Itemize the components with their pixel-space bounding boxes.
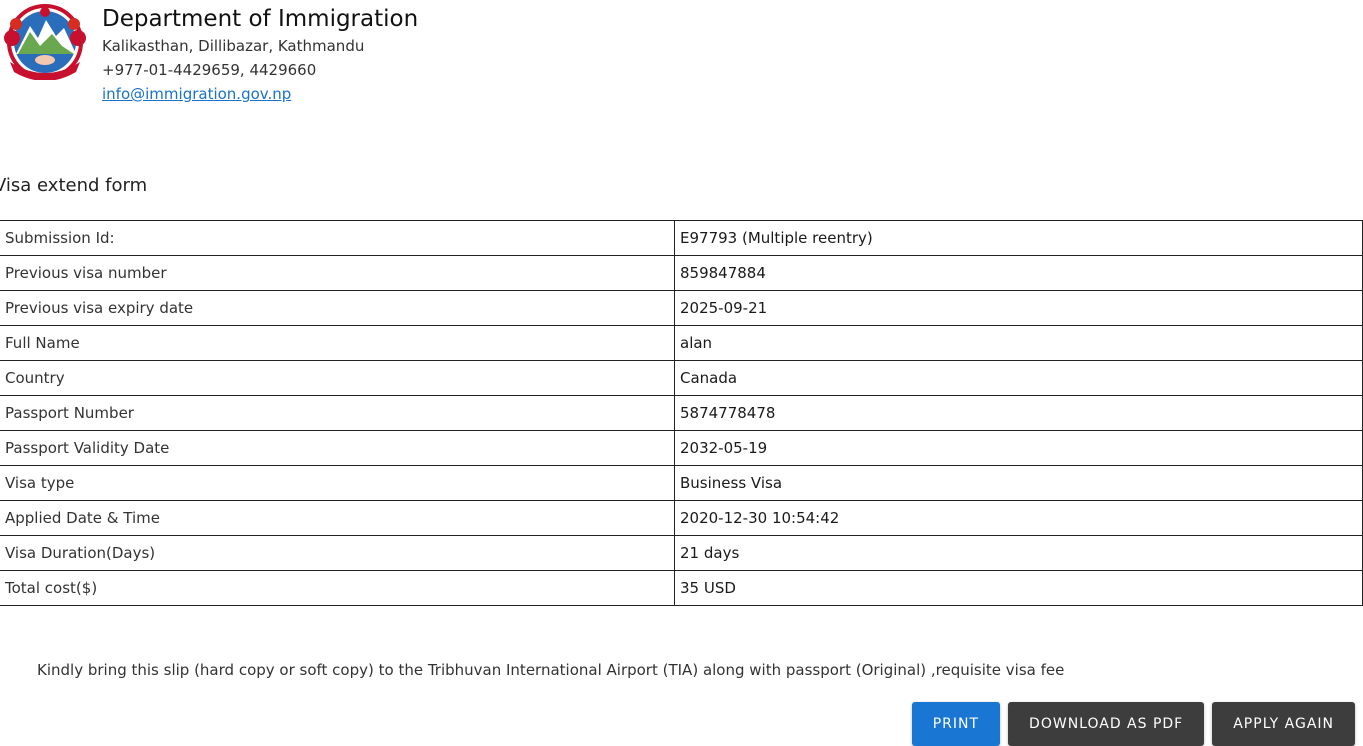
row-value: 859847884 xyxy=(674,255,1363,291)
row-value: 21 days xyxy=(674,535,1363,571)
row-label: Total cost($) xyxy=(0,570,675,606)
table-row: Country Canada xyxy=(0,360,1363,396)
row-label: Country xyxy=(0,360,675,396)
apply-again-button[interactable]: APPLY AGAIN xyxy=(1212,702,1355,746)
org-phone: +977-01-4429659, 4429660 xyxy=(102,61,317,79)
row-label: Passport Number xyxy=(0,395,675,431)
row-value: 35 USD xyxy=(674,570,1363,606)
page-header: Department of Immigration Kalikasthan, D… xyxy=(0,0,700,110)
row-value: Business Visa xyxy=(674,465,1363,501)
row-value: 2020-12-30 10:54:42 xyxy=(674,500,1363,536)
row-value: 2025-09-21 xyxy=(674,290,1363,326)
action-buttons: PRINT DOWNLOAD AS PDF APPLY AGAIN xyxy=(911,702,1355,746)
row-label: Previous visa expiry date xyxy=(0,290,675,326)
row-label: Visa type xyxy=(0,465,675,501)
download-pdf-button[interactable]: DOWNLOAD AS PDF xyxy=(1008,702,1205,746)
table-row: Visa Duration(Days) 21 days xyxy=(0,535,1363,571)
row-value: 5874778478 xyxy=(674,395,1363,431)
org-info: Department of Immigration Kalikasthan, D… xyxy=(102,4,418,106)
visa-details-table: Submission Id: E97793 (Multiple reentry)… xyxy=(0,220,1363,606)
row-value: Canada xyxy=(674,360,1363,396)
org-title: Department of Immigration xyxy=(102,6,419,32)
table-row: Total cost($) 35 USD xyxy=(0,570,1363,606)
row-value: 2032-05-19 xyxy=(674,430,1363,466)
table-row: Previous visa number 859847884 xyxy=(0,255,1363,291)
row-value: E97793 (Multiple reentry) xyxy=(674,220,1363,256)
org-email-link[interactable]: info@immigration.gov.np xyxy=(102,85,291,103)
row-label: Submission Id: xyxy=(0,220,675,256)
table-row: Submission Id: E97793 (Multiple reentry) xyxy=(0,220,1363,256)
row-label: Passport Validity Date xyxy=(0,430,675,466)
row-label: Applied Date & Time xyxy=(0,500,675,536)
row-label: Full Name xyxy=(0,325,675,361)
print-button[interactable]: PRINT xyxy=(911,702,1001,746)
org-address: Kalikasthan, Dillibazar, Kathmandu xyxy=(102,37,365,55)
nepal-emblem-icon xyxy=(4,4,86,80)
row-label: Previous visa number xyxy=(0,255,675,291)
table-row: Previous visa expiry date 2025-09-21 xyxy=(0,290,1363,326)
table-row: Visa type Business Visa xyxy=(0,465,1363,501)
row-value: alan xyxy=(674,325,1363,361)
table-row: Passport Number 5874778478 xyxy=(0,395,1363,431)
table-row: Full Name alan xyxy=(0,325,1363,361)
row-label: Visa Duration(Days) xyxy=(0,535,675,571)
table-row: Passport Validity Date 2032-05-19 xyxy=(0,430,1363,466)
instruction-note: Kindly bring this slip (hard copy or sof… xyxy=(37,661,1065,679)
form-title: Visa extend form xyxy=(0,175,148,196)
table-row: Applied Date & Time 2020-12-30 10:54:42 xyxy=(0,500,1363,536)
